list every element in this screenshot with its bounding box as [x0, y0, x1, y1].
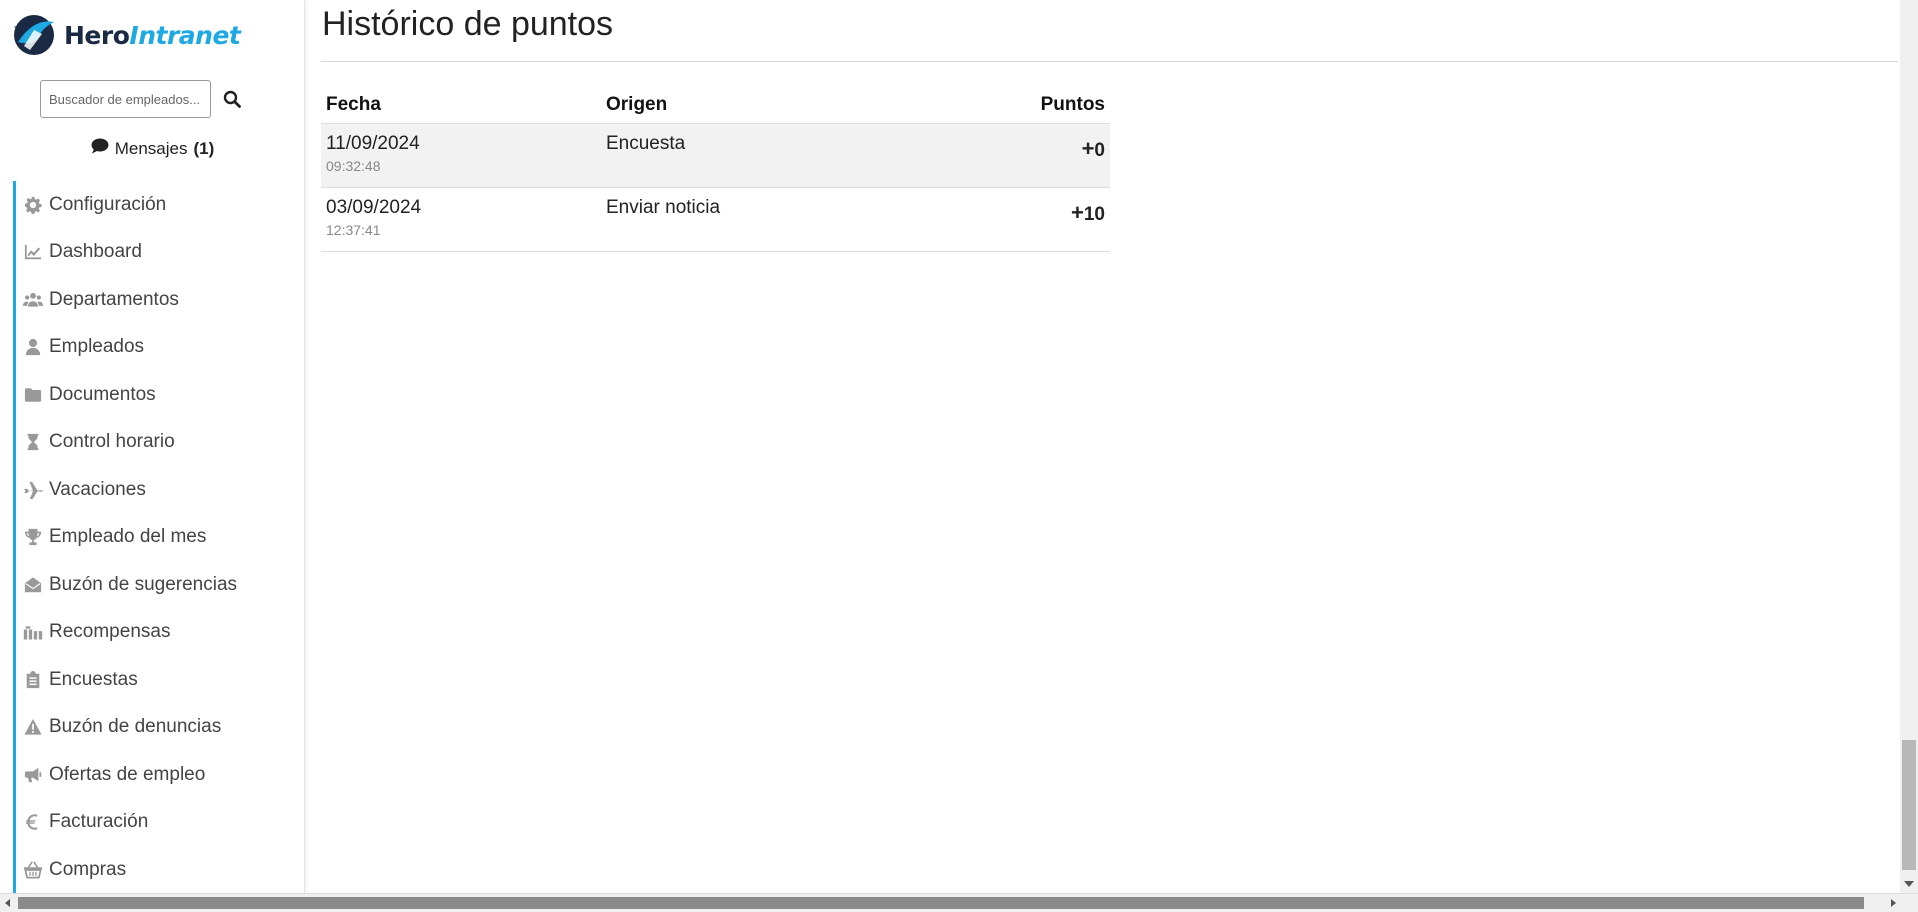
sidebar-item-label: Vacaciones	[49, 478, 146, 500]
chart-line-icon	[22, 242, 44, 262]
gift-icon	[22, 622, 44, 642]
warning-icon	[22, 717, 44, 737]
table-row: 11/09/2024 09:32:48 Encuesta +0	[321, 122, 1110, 187]
sidebar-item-label: Empleados	[49, 336, 145, 358]
folder-icon	[22, 385, 44, 405]
row-points: 10	[1083, 203, 1105, 225]
sidebar-item-buzon-denuncias[interactable]: Buzón de denuncias	[13, 703, 304, 751]
basket-icon	[22, 860, 44, 880]
horizontal-scrollbar-thumb[interactable]	[18, 897, 1864, 909]
column-header-date: Fecha	[326, 94, 381, 116]
column-header-origin: Origen	[606, 94, 668, 116]
hourglass-icon	[22, 432, 44, 452]
envelope-open-icon	[22, 575, 44, 595]
sidebar-item-ofertas-empleo[interactable]: Ofertas de empleo	[13, 751, 304, 799]
row-origin: Encuesta	[601, 122, 901, 187]
sidebar-menu: Configuración Dashboard Departamentos Em…	[13, 181, 304, 893]
hero-logo-icon	[14, 15, 54, 55]
messages-link[interactable]: Mensajes (1)	[0, 138, 304, 159]
sidebar-item-buzon-sugerencias[interactable]: Buzón de sugerencias	[13, 561, 304, 609]
row-points-cell: +10	[901, 186, 1110, 252]
points-history-table: Fecha Origen Puntos 11/09/2024 09:32:48 …	[321, 88, 1110, 252]
sidebar-item-label: Buzón de denuncias	[49, 716, 222, 738]
brand-logo[interactable]: HeroIntranet	[8, 12, 241, 58]
main-content: Histórico de puntos Fecha Origen Puntos …	[321, 0, 1898, 252]
users-icon	[22, 290, 44, 310]
sidebar-item-facturacion[interactable]: Facturación	[13, 798, 304, 846]
sidebar-item-label: Dashboard	[49, 241, 142, 263]
horizontal-scrollbar[interactable]	[0, 893, 1918, 912]
row-points-cell: +0	[901, 122, 1110, 187]
table-row: 03/09/2024 12:37:41 Enviar noticia +10	[321, 186, 1110, 252]
row-date: 03/09/2024	[326, 196, 422, 218]
scroll-right-arrow-icon[interactable]	[1891, 899, 1896, 907]
sidebar-item-label: Ofertas de empleo	[49, 763, 206, 785]
row-points-sign: +	[1081, 135, 1095, 161]
clipboard-icon	[22, 670, 44, 690]
vertical-scrollbar[interactable]	[1900, 0, 1918, 893]
search-icon[interactable]	[221, 88, 243, 110]
sidebar-item-empleados[interactable]: Empleados	[13, 323, 304, 371]
employee-search-input[interactable]	[40, 80, 211, 118]
sidebar-item-label: Control horario	[49, 431, 175, 453]
gear-icon	[22, 195, 44, 215]
euro-icon	[22, 812, 44, 832]
sidebar-item-label: Encuestas	[49, 668, 138, 690]
sidebar-item-label: Recompensas	[49, 621, 171, 643]
sidebar-item-label: Empleado del mes	[49, 526, 207, 548]
sidebar-item-control-horario[interactable]: Control horario	[13, 418, 304, 466]
employee-search	[40, 80, 243, 118]
sidebar-item-label: Facturación	[49, 811, 149, 833]
sidebar-item-documentos[interactable]: Documentos	[13, 371, 304, 419]
scroll-down-arrow-icon[interactable]	[1904, 881, 1914, 887]
sidebar-item-configuracion[interactable]: Configuración	[13, 181, 304, 229]
sidebar-item-encuestas[interactable]: Encuestas	[13, 656, 304, 704]
row-points: 0	[1094, 139, 1105, 161]
sidebar-item-recompensas[interactable]: Recompensas	[13, 608, 304, 656]
user-icon	[22, 337, 44, 357]
row-date-cell: 03/09/2024 12:37:41	[321, 186, 601, 252]
vertical-scrollbar-thumb[interactable]	[1902, 740, 1916, 870]
plane-icon	[22, 480, 44, 500]
sidebar-item-label: Departamentos	[49, 288, 179, 310]
sidebar-item-dashboard[interactable]: Dashboard	[13, 228, 304, 276]
row-points-sign: +	[1071, 199, 1084, 225]
row-date: 11/09/2024	[326, 132, 420, 154]
sidebar-item-empleado-del-mes[interactable]: Empleado del mes	[13, 513, 304, 561]
trophy-icon	[22, 527, 44, 547]
sidebar-item-departamentos[interactable]: Departamentos	[13, 276, 304, 324]
page-title: Histórico de puntos	[322, 5, 614, 43]
sidebar-item-label: Compras	[49, 858, 127, 880]
sidebar-item-label: Configuración	[49, 193, 167, 215]
row-date-cell: 11/09/2024 09:32:48	[321, 122, 601, 187]
title-divider	[321, 61, 1898, 62]
sidebar-item-vacaciones[interactable]: Vacaciones	[13, 466, 304, 514]
brand-name: HeroIntranet	[64, 20, 241, 50]
table-header-row: Fecha Origen Puntos	[321, 88, 1110, 123]
column-header-points: Puntos	[1040, 94, 1105, 116]
sidebar: HeroIntranet Mensajes (1) Configuración …	[0, 0, 305, 893]
comment-icon	[91, 138, 109, 159]
messages-label: Mensajes	[114, 138, 188, 158]
row-time: 12:37:41	[326, 221, 381, 238]
sidebar-item-label: Buzón de sugerencias	[49, 573, 238, 595]
row-time: 09:32:48	[326, 157, 381, 174]
scroll-left-arrow-icon[interactable]	[5, 899, 10, 907]
sidebar-item-label: Documentos	[49, 383, 156, 405]
messages-count: (1)	[193, 138, 215, 158]
row-origin: Enviar noticia	[601, 186, 901, 252]
sidebar-item-compras[interactable]: Compras	[13, 846, 304, 893]
bullhorn-icon	[22, 765, 44, 785]
